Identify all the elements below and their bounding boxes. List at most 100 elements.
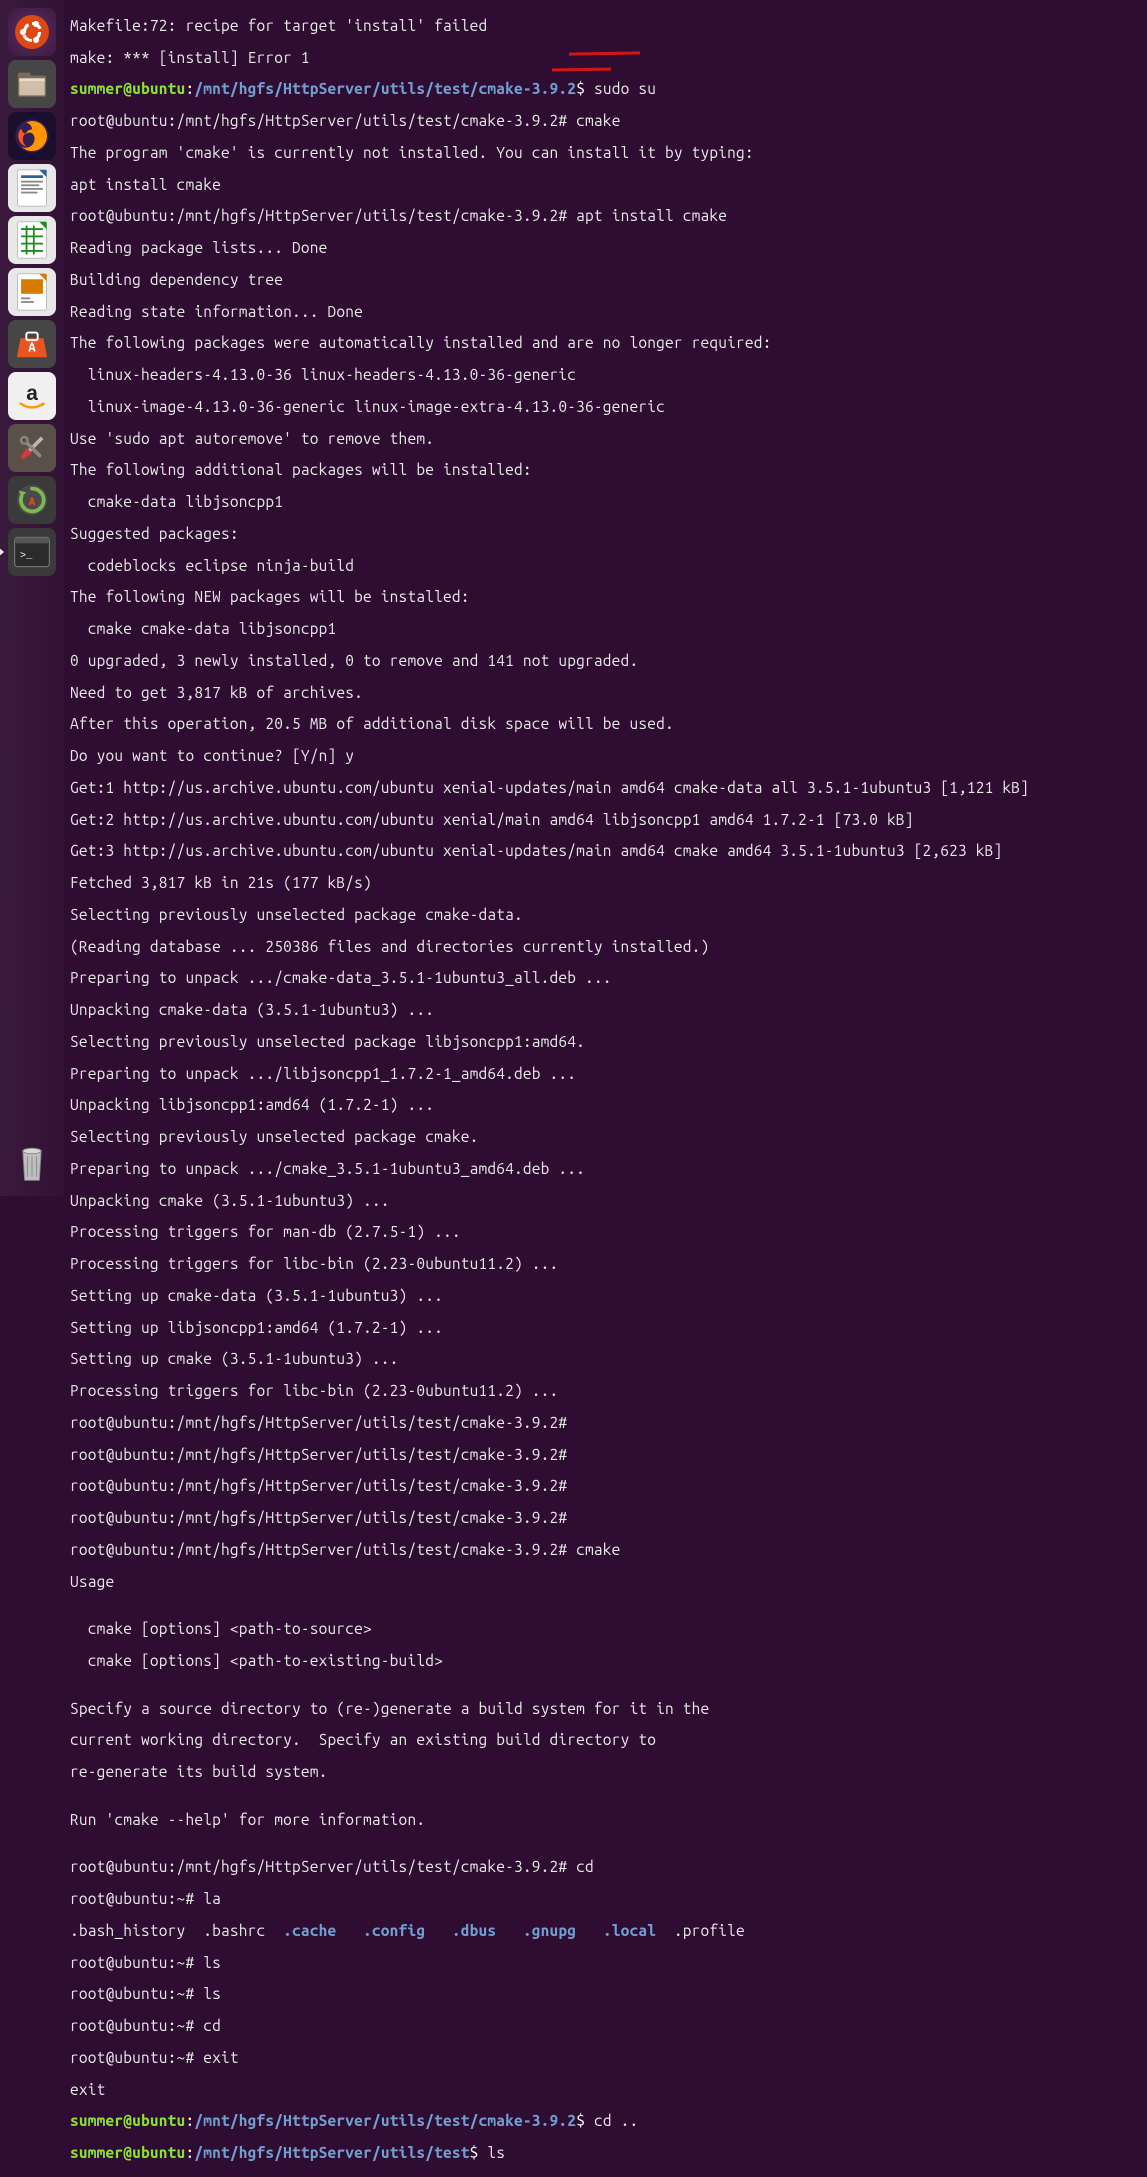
calc-icon <box>14 220 50 260</box>
output-line: Processing triggers for man-db (2.7.5-1)… <box>70 1224 1145 1240</box>
launcher-software[interactable]: A <box>8 320 56 368</box>
prompt-line: root@ubuntu:/mnt/hgfs/HttpServer/utils/t… <box>70 1447 1145 1463</box>
prompt-line: root@ubuntu:~# ls <box>70 1955 1145 1971</box>
output-line: Get:3 http://us.archive.ubuntu.com/ubunt… <box>70 843 1145 859</box>
output-line: (Reading database ... 250386 files and d… <box>70 939 1145 955</box>
output-line: Get:1 http://us.archive.ubuntu.com/ubunt… <box>70 780 1145 796</box>
svg-text:A: A <box>29 495 36 508</box>
prompt-line: root@ubuntu:~# la <box>70 1891 1145 1907</box>
output-line: codeblocks eclipse ninja-build <box>70 558 1145 574</box>
launcher-writer[interactable] <box>8 164 56 212</box>
output-line: Unpacking libjsoncpp1:amd64 (1.7.2-1) ..… <box>70 1097 1145 1113</box>
command-input: cmake <box>576 112 620 129</box>
output-line: Do you want to continue? [Y/n] y <box>70 748 1145 764</box>
prompt-user: summer@ubuntu <box>70 80 185 97</box>
output-line: Selecting previously unselected package … <box>70 1129 1145 1145</box>
output-line: re-generate its build system. <box>70 1764 1145 1780</box>
output-line: linux-image-4.13.0-36-generic linux-imag… <box>70 399 1145 415</box>
prompt-line: root@ubuntu:/mnt/hgfs/HttpServer/utils/t… <box>70 1478 1145 1494</box>
output-line: Reading state information... Done <box>70 304 1145 320</box>
launcher-settings[interactable] <box>8 424 56 472</box>
trash-icon <box>12 1140 52 1184</box>
output-line: cmake [options] <path-to-existing-build> <box>70 1653 1145 1669</box>
output-line: cmake-data libjsoncpp1 <box>70 494 1145 510</box>
output-line: Processing triggers for libc-bin (2.23-0… <box>70 1256 1145 1272</box>
output-line: Use 'sudo apt autoremove' to remove them… <box>70 431 1145 447</box>
output-line: Building dependency tree <box>70 272 1145 288</box>
output-line: The following additional packages will b… <box>70 462 1145 478</box>
svg-text:a: a <box>26 382 38 405</box>
la-output: .bash_history .bashrc .cache .config .db… <box>70 1923 1145 1939</box>
output-line: Selecting previously unselected package … <box>70 1034 1145 1050</box>
updater-icon: A <box>13 481 51 519</box>
launcher-amazon[interactable]: a <box>8 372 56 420</box>
output-line: Suggested packages: <box>70 526 1145 542</box>
settings-icon <box>14 430 50 466</box>
output-line: current working directory. Specify an ex… <box>70 1732 1145 1748</box>
launcher-impress[interactable] <box>8 268 56 316</box>
prompt-line: root@ubuntu:~# cd <box>70 2018 1145 2034</box>
output-line: Setting up libjsoncpp1:amd64 (1.7.2-1) .… <box>70 1320 1145 1336</box>
launcher-calc[interactable] <box>8 216 56 264</box>
output-line: Usage <box>70 1574 1145 1590</box>
output-line: cmake cmake-data libjsoncpp1 <box>70 621 1145 637</box>
output-line: 0 upgraded, 3 newly installed, 0 to remo… <box>70 653 1145 669</box>
output-line: Setting up cmake-data (3.5.1-1ubuntu3) .… <box>70 1288 1145 1304</box>
prompt-root: root@ubuntu:/mnt/hgfs/HttpServer/utils/t… <box>70 112 576 129</box>
launcher-firefox[interactable] <box>8 112 56 160</box>
output-line: exit <box>70 2082 1145 2098</box>
prompt-line: root@ubuntu:/mnt/hgfs/HttpServer/utils/t… <box>70 1859 1145 1875</box>
prompt-line: root@ubuntu:/mnt/hgfs/HttpServer/utils/t… <box>70 208 1145 224</box>
prompt-root: root@ubuntu:/mnt/hgfs/HttpServer/utils/t… <box>70 207 576 224</box>
launcher-updater[interactable]: A <box>8 476 56 524</box>
output-line: Reading package lists... Done <box>70 240 1145 256</box>
prompt-line: root@ubuntu:~# exit <box>70 2050 1145 2066</box>
user-input: y <box>345 747 354 764</box>
terminal-viewport[interactable]: Makefile:72: recipe for target 'install'… <box>68 0 1147 1196</box>
prompt-path: /mnt/hgfs/HttpServer/utils/test/cmake-3.… <box>194 80 576 97</box>
output-line: The following packages were automaticall… <box>70 335 1145 351</box>
prompt-line: root@ubuntu:~# ls <box>70 1986 1145 2002</box>
prompt-line: summer@ubuntu:/mnt/hgfs/HttpServer/utils… <box>70 2113 1145 2129</box>
output-line: Need to get 3,817 kB of archives. <box>70 685 1145 701</box>
output-line: Unpacking cmake-data (3.5.1-1ubuntu3) ..… <box>70 1002 1145 1018</box>
prompt-user: summer@ubuntu <box>70 2144 185 2161</box>
output-line: Unpacking cmake (3.5.1-1ubuntu3) ... <box>70 1193 1145 1209</box>
prompt-line: summer@ubuntu:/mnt/hgfs/HttpServer/utils… <box>70 81 1145 97</box>
amazon-icon: a <box>13 377 51 415</box>
output-line: Preparing to unpack .../cmake-data_3.5.1… <box>70 970 1145 986</box>
svg-text:>_: >_ <box>20 550 33 562</box>
command-input: apt install cmake <box>576 207 727 224</box>
launcher-trash[interactable] <box>8 1138 56 1186</box>
prompt-path: /mnt/hgfs/HttpServer/utils/test <box>194 2144 469 2161</box>
output-line: The following NEW packages will be insta… <box>70 589 1145 605</box>
files-icon <box>15 69 49 99</box>
output-line: Selecting previously unselected package … <box>70 907 1145 923</box>
prompt-path: /mnt/hgfs/HttpServer/utils/test/cmake-3.… <box>194 2112 576 2129</box>
launcher-dash[interactable] <box>8 8 56 56</box>
output-line: Run 'cmake --help' for more information. <box>70 1812 1145 1828</box>
prompt-line: root@ubuntu:/mnt/hgfs/HttpServer/utils/t… <box>70 1542 1145 1558</box>
output-line: Fetched 3,817 kB in 21s (177 kB/s) <box>70 875 1145 891</box>
firefox-icon <box>12 116 52 156</box>
output-line: linux-headers-4.13.0-36 linux-headers-4.… <box>70 367 1145 383</box>
ubuntu-icon <box>14 14 50 50</box>
output-line: The program 'cmake' is currently not ins… <box>70 145 1145 161</box>
software-icon: A <box>13 325 51 363</box>
impress-icon <box>14 272 50 312</box>
launcher-files[interactable] <box>8 60 56 108</box>
output-line: Preparing to unpack .../libjsoncpp1_1.7.… <box>70 1066 1145 1082</box>
prompt-line: root@ubuntu:/mnt/hgfs/HttpServer/utils/t… <box>70 1415 1145 1431</box>
prompt-line: root@ubuntu:/mnt/hgfs/HttpServer/utils/t… <box>70 113 1145 129</box>
command-input: sudo su <box>594 80 656 97</box>
terminal-icon: >_ <box>13 535 51 569</box>
prompt-line: summer@ubuntu:/mnt/hgfs/HttpServer/utils… <box>70 2145 1145 2161</box>
output-line: cmake [options] <path-to-source> <box>70 1621 1145 1637</box>
output-line: apt install cmake <box>70 177 1145 193</box>
output-line: Makefile:72: recipe for target 'install'… <box>70 18 1145 34</box>
output-line: Get:2 http://us.archive.ubuntu.com/ubunt… <box>70 812 1145 828</box>
output-line: After this operation, 20.5 MB of additio… <box>70 716 1145 732</box>
launcher-terminal[interactable]: >_ <box>8 528 56 576</box>
output-line: Processing triggers for libc-bin (2.23-0… <box>70 1383 1145 1399</box>
unity-launcher: A a A <box>0 0 64 1196</box>
